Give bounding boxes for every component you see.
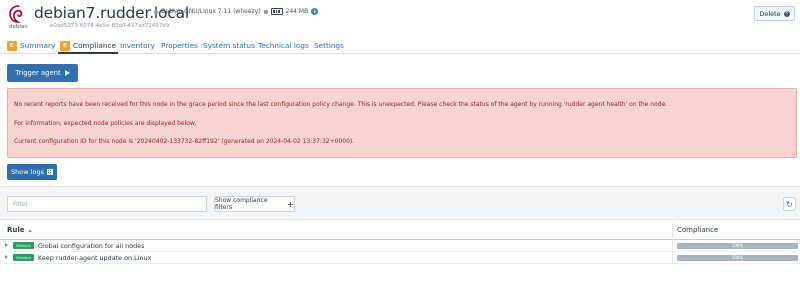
rules-table: Rule Compliance Enforce Global configura… bbox=[0, 221, 800, 264]
tab-system-status[interactable]: System status bbox=[203, 40, 255, 51]
tab-technical-logs[interactable]: Technical logs bbox=[258, 40, 309, 51]
node-tabs: E Summary E Compliance Inventory Propert… bbox=[0, 37, 800, 54]
rule-name[interactable]: Keep rudder-agent update on Linux bbox=[38, 254, 151, 262]
debian-logo-icon bbox=[9, 5, 23, 23]
compliance-bar: 100% bbox=[677, 254, 798, 261]
sort-ascending-icon bbox=[27, 228, 32, 232]
ram-size: 244 MB bbox=[285, 8, 309, 15]
filter-bar: Show compliance filters + ↻ bbox=[0, 186, 800, 220]
tab-properties[interactable]: Properties bbox=[161, 40, 198, 51]
tab-badge: E bbox=[7, 40, 17, 51]
column-divider bbox=[672, 252, 673, 264]
close-circle-icon: ✕ bbox=[783, 10, 790, 17]
info-icon[interactable]: i bbox=[311, 8, 319, 15]
node-meta: Debian GNU/Linux 7.11 (wheezy) 244 MB i bbox=[154, 8, 319, 15]
node-id: e0ad5273-6078-4e5e-85d0-427ad72497b9 bbox=[50, 23, 170, 29]
no-reports-alert: No recent reports have been received for… bbox=[7, 88, 797, 158]
tab-inventory[interactable]: Inventory bbox=[120, 40, 155, 51]
active-tab-indicator bbox=[58, 52, 118, 54]
os-version: Debian GNU/Linux 7.11 (wheezy) bbox=[161, 8, 261, 15]
show-compliance-filters-button[interactable]: Show compliance filters + bbox=[214, 196, 295, 212]
rule-column-header[interactable]: Rule bbox=[7, 226, 32, 234]
rule-name[interactable]: Global configuration for all nodes bbox=[38, 242, 144, 250]
plus-icon: + bbox=[287, 199, 294, 209]
play-icon bbox=[64, 70, 70, 76]
expand-caret-icon[interactable] bbox=[5, 255, 8, 259]
refresh-icon: ↻ bbox=[786, 199, 793, 209]
ram-icon bbox=[270, 8, 283, 15]
tab-summary[interactable]: E Summary bbox=[7, 40, 55, 51]
rule-header-label: Rule bbox=[7, 226, 25, 234]
enforce-badge: Enforce bbox=[13, 254, 34, 261]
tab-compliance[interactable]: E Compliance bbox=[60, 40, 116, 51]
refresh-button[interactable]: ↻ bbox=[783, 197, 796, 211]
trigger-agent-button[interactable]: Trigger agent bbox=[7, 64, 78, 82]
delete-button[interactable]: Delete ✕ bbox=[754, 6, 795, 21]
tab-badge: E bbox=[60, 40, 70, 51]
alert-info: For information, expected node policies … bbox=[14, 120, 197, 127]
column-divider bbox=[672, 223, 673, 238]
expand-caret-icon[interactable] bbox=[5, 243, 8, 247]
column-divider bbox=[672, 240, 673, 252]
delete-label: Delete bbox=[759, 9, 781, 18]
node-header: debian debian7.rudder.local Debian GNU/L… bbox=[0, 0, 800, 36]
table-header: Rule Compliance bbox=[0, 221, 800, 240]
alert-message: No recent reports have been received for… bbox=[14, 101, 668, 108]
trigger-agent-label: Trigger agent bbox=[15, 69, 61, 77]
os-dot-icon bbox=[154, 9, 158, 14]
compliance-column-header[interactable]: Compliance bbox=[677, 226, 718, 234]
tab-label: Summary bbox=[20, 41, 56, 50]
alert-config-id: Current configuration ID for this node i… bbox=[14, 138, 355, 145]
show-logs-button[interactable]: Show logs bbox=[7, 164, 57, 180]
ram-dot-icon bbox=[263, 9, 268, 14]
os-name: debian bbox=[9, 24, 28, 30]
table-icon bbox=[46, 169, 53, 175]
table-row[interactable]: Enforce Global configuration for all nod… bbox=[0, 240, 800, 252]
filter-input[interactable] bbox=[7, 196, 207, 212]
tab-label: Compliance bbox=[73, 41, 116, 50]
compliance-filters-label: Show compliance filters bbox=[215, 197, 268, 211]
show-logs-label: Show logs bbox=[11, 168, 44, 176]
tab-settings[interactable]: Settings bbox=[314, 40, 344, 51]
enforce-badge: Enforce bbox=[13, 242, 34, 249]
table-row[interactable]: Enforce Keep rudder-agent update on Linu… bbox=[0, 252, 800, 264]
compliance-bar: 100% bbox=[677, 242, 798, 249]
